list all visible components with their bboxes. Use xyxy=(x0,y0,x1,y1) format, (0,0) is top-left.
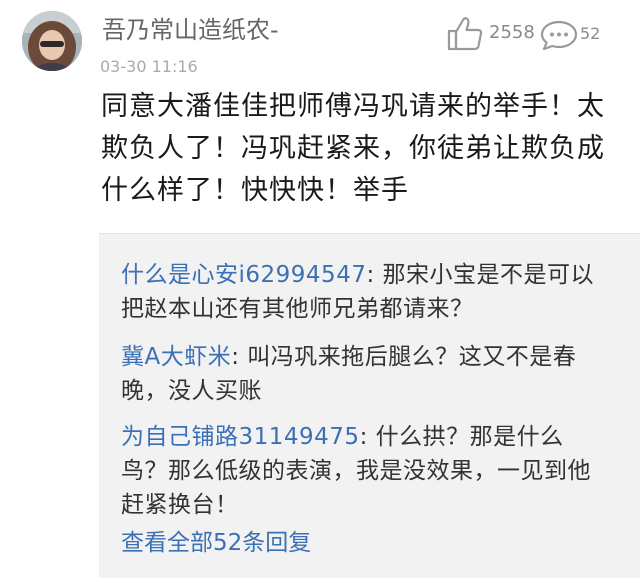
thumbs-up-icon[interactable] xyxy=(446,16,484,52)
comment-text: 同意大潘佳佳把师傅冯巩请来的举手！太欺负人了！冯巩赶紧来，你徒弟让欺负成什么样了… xyxy=(101,91,605,206)
view-all-replies-link[interactable]: 查看全部52条回复 xyxy=(121,526,311,560)
reply-count: 52 xyxy=(580,24,601,43)
reply-item: 为自己铺路31149475: 什么拱？那是什么鸟？那么低级的表演，我是没效果，一… xyxy=(121,420,601,522)
reply-colon: : xyxy=(231,344,248,370)
replies-box: 什么是心安i62994547: 那宋小宝是不是可以把赵本山还有其他师兄弟都请来？… xyxy=(99,233,640,578)
reply-item: 冀A大虾米: 叫冯巩来拖后腿么？这又不是春晚，没人买账 xyxy=(121,340,601,408)
timestamp: 03-30 11:16 xyxy=(100,57,198,76)
username[interactable]: 吾乃常山造纸农- xyxy=(102,15,279,45)
reply-author[interactable]: 为自己铺路31149475 xyxy=(121,424,360,450)
like-count: 2558 xyxy=(489,22,535,43)
reply-author[interactable]: 冀A大虾米 xyxy=(121,344,231,370)
speech-bubble-icon[interactable] xyxy=(539,19,579,51)
avatar[interactable] xyxy=(22,11,82,71)
reply-author[interactable]: 什么是心安i62994547 xyxy=(121,262,366,288)
reply-colon: : xyxy=(359,424,376,450)
reply-colon: : xyxy=(366,262,383,288)
reply-item: 什么是心安i62994547: 那宋小宝是不是可以把赵本山还有其他师兄弟都请来？ xyxy=(121,258,601,326)
